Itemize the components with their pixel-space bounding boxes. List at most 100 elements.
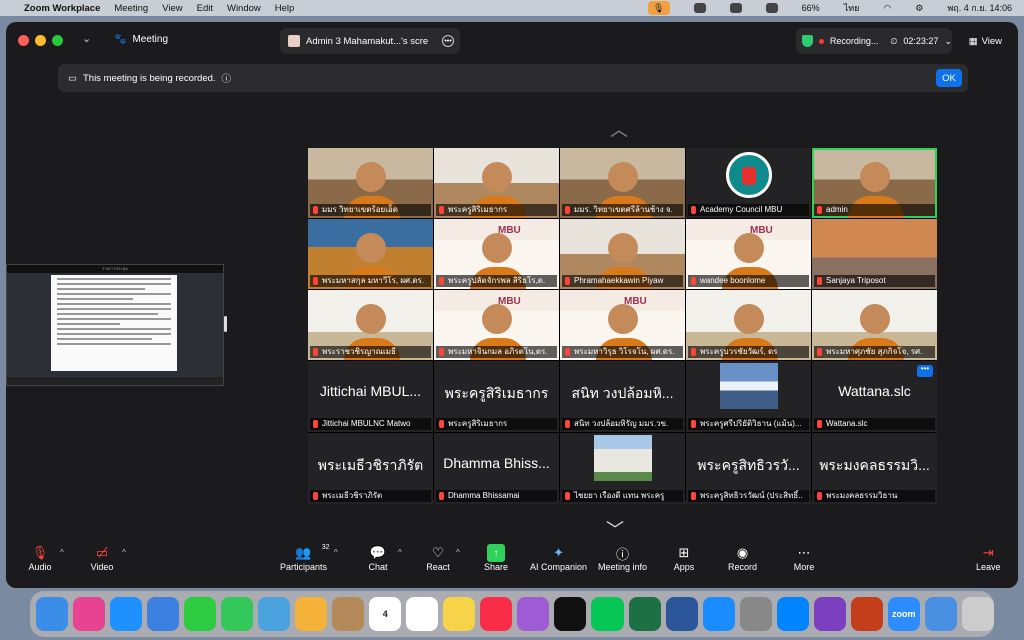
participant-tile[interactable]: Sanjaya Triposot — [812, 219, 937, 289]
ok-button[interactable]: OK — [936, 69, 962, 87]
calendar-icon[interactable]: 4 — [369, 597, 402, 631]
apps-button[interactable]: ⊞ Apps — [672, 544, 696, 572]
participant-tile[interactable]: MBU wandee boonlome — [686, 219, 811, 289]
zoom-icon[interactable]: zoom — [887, 597, 920, 631]
excel-icon[interactable] — [628, 597, 661, 631]
feedback-icon[interactable] — [813, 597, 846, 631]
more-icon[interactable]: ••• — [442, 35, 454, 47]
participants-button[interactable]: 👥 32 Participants — [280, 544, 330, 572]
participant-tile[interactable]: พระราชวชิรญาณเมธี — [308, 290, 433, 360]
contacts-icon[interactable] — [332, 597, 365, 631]
participant-tile[interactable]: พระครูสิริเมธากร พระครูสิริเมธากร — [434, 361, 559, 432]
chevron-down-icon[interactable]: ﹀ — [606, 516, 624, 542]
participant-tile[interactable]: พระมหาศุภชัย สุภกิจโจ, รศ. — [812, 290, 937, 360]
powerpoint-icon[interactable] — [850, 597, 883, 631]
finder-icon[interactable] — [36, 597, 69, 631]
safari-icon[interactable] — [110, 597, 143, 631]
photos-icon[interactable] — [295, 597, 328, 631]
zoom-window-button[interactable] — [52, 35, 63, 46]
participant-tile[interactable]: Jittichai MBUL... Jittichai MBULNC Matwo — [308, 361, 433, 432]
notes-icon[interactable] — [443, 597, 476, 631]
close-window-button[interactable] — [18, 35, 29, 46]
reminders-icon[interactable] — [406, 597, 439, 631]
participants-options-caret[interactable]: ^ — [334, 548, 338, 557]
word-icon[interactable] — [665, 597, 698, 631]
more-button[interactable]: ⋯ More — [792, 544, 816, 572]
line-icon[interactable] — [591, 597, 624, 631]
video-button[interactable]: ▭̸ Video — [90, 544, 114, 572]
share-tab[interactable]: Admin 3 Mahamakut...'s scre ••• — [280, 28, 460, 54]
chevron-down-icon[interactable]: ⌄ — [82, 32, 91, 45]
podcasts-icon[interactable] — [517, 597, 550, 631]
react-options-caret[interactable]: ^ — [456, 548, 460, 557]
participant-tile[interactable]: พระเมธีวชิราภิรัต พระเมธีวชิราภิรัต — [308, 433, 433, 504]
participant-tile[interactable]: มมร วิทยาเขตร้อยเอ็ด — [308, 148, 433, 218]
participant-tile[interactable]: Phramahaekkawin Piyaw — [560, 219, 685, 289]
shared-screen-thumbnail[interactable]: รายการประชุม — [6, 264, 224, 386]
clock[interactable]: พฤ. 4 ก.ย. 14:06 — [947, 1, 1012, 15]
messages-icon[interactable] — [221, 597, 254, 631]
menu-view[interactable]: View — [162, 3, 182, 14]
launchpad-icon[interactable] — [73, 597, 106, 631]
mic-in-use-icon[interactable]: 🎙 — [647, 1, 670, 15]
participant-tile[interactable]: พระครูบวรชัยวัฒร์, ดร — [686, 290, 811, 360]
settings-icon[interactable] — [739, 597, 772, 631]
participant-tile[interactable]: admin — [812, 148, 937, 218]
menu-meeting[interactable]: Meeting — [114, 3, 148, 14]
participant-tile[interactable]: Wattana.slc ••• Wattana.slc — [812, 361, 937, 432]
control-center-icon[interactable]: ⚙ — [915, 3, 923, 14]
menu-window[interactable]: Window — [227, 3, 261, 14]
folder-icon[interactable] — [924, 597, 957, 631]
recording-status[interactable]: Recording... ⏲ 02:23:27 ⌄ — [796, 28, 952, 54]
participant-tile[interactable]: สนิท วงปล้อมหิ... สนิท วงปล้อมหิรัญ มมร.ว… — [560, 361, 685, 432]
info-icon[interactable]: ⓘ — [222, 71, 232, 85]
share-button[interactable]: ↑ Share — [484, 544, 508, 572]
participant-tile[interactable]: MBU พระมหาวิรุธ วิโรจโน, ผศ.ดร. — [560, 290, 685, 360]
wifi-icon[interactable]: ◠ — [883, 3, 891, 14]
view-button[interactable]: ▦ View — [969, 36, 1002, 47]
participant-tile[interactable]: ไชยยา เรืองดี แทน พระครู — [560, 433, 685, 504]
participant-tile[interactable]: พระมงคลธรรมวิ... พระมงคลธรรมวิธาน — [812, 433, 937, 504]
participant-tile[interactable]: MBU พระครูปลัดจักรพล สิริธโร,ด. — [434, 219, 559, 289]
minimize-window-button[interactable] — [35, 35, 46, 46]
record-button[interactable]: ◉ Record — [728, 544, 757, 572]
video-options-caret[interactable]: ^ — [122, 548, 126, 557]
menu-app-name[interactable]: Zoom Workplace — [24, 3, 100, 14]
participant-tile[interactable]: พระครูศรีปริยัติวิธาน (แม้น)... — [686, 361, 811, 432]
participant-tile[interactable]: Dhamma Bhiss... Dhamma Bhissamai — [434, 433, 559, 504]
mail-icon[interactable] — [147, 597, 180, 631]
participant-tile[interactable]: MBU พระมหาจินกมล อภิรตโน,ดร. — [434, 290, 559, 360]
meeting-menu[interactable]: 🐾 Meeting — [114, 34, 168, 45]
leave-button[interactable]: ⇥ Leave — [976, 544, 1001, 572]
tile-more-button[interactable]: ••• — [917, 365, 933, 377]
zoom-status-icon[interactable] — [693, 3, 706, 13]
audio-button[interactable]: 🎙 Audio — [28, 544, 52, 572]
messenger-icon[interactable] — [776, 597, 809, 631]
app-store-icon[interactable] — [702, 597, 735, 631]
ai-companion-button[interactable]: ✦ AI Companion — [530, 544, 587, 572]
line-status-icon[interactable] — [729, 3, 742, 13]
participant-tile[interactable]: มมร. วิทยาเขตศรีล้านช้าง จ. — [560, 148, 685, 218]
menu-edit[interactable]: Edit — [197, 3, 213, 14]
participant-tile[interactable]: Academy Council MBU — [686, 148, 811, 218]
react-button[interactable]: ♡ React — [426, 544, 450, 572]
chat-button[interactable]: 💬 Chat — [366, 544, 390, 572]
participant-tile[interactable]: พระครูสิทธิวรวั... พระครูสิทธิวรวัฒน์ (ปร… — [686, 433, 811, 504]
chevron-down-icon[interactable]: ⌄ — [944, 36, 952, 47]
trash-icon[interactable] — [961, 597, 994, 631]
input-language[interactable]: ไทย — [844, 1, 860, 15]
chat-options-caret[interactable]: ^ — [398, 548, 402, 557]
maps-icon[interactable] — [258, 597, 291, 631]
tv-icon[interactable] — [554, 597, 587, 631]
participant-tile[interactable]: พระครูสิริเมธากร — [434, 148, 559, 218]
meeting-info-button[interactable]: ⓘ Meeting info — [598, 544, 647, 573]
chevron-up-icon[interactable]: ︿ — [610, 116, 628, 142]
menu-help[interactable]: Help — [275, 3, 295, 14]
audio-options-caret[interactable]: ^ — [60, 548, 64, 557]
participant-tile[interactable]: พระมหาสกุล มหาวีโร, ผศ.ดร. — [308, 219, 433, 289]
screen-share-icon[interactable] — [765, 3, 778, 13]
facetime-icon[interactable] — [184, 597, 217, 631]
music-icon[interactable] — [480, 597, 513, 631]
battery-percent[interactable]: 66% — [802, 3, 820, 13]
resize-handle[interactable] — [224, 316, 227, 332]
